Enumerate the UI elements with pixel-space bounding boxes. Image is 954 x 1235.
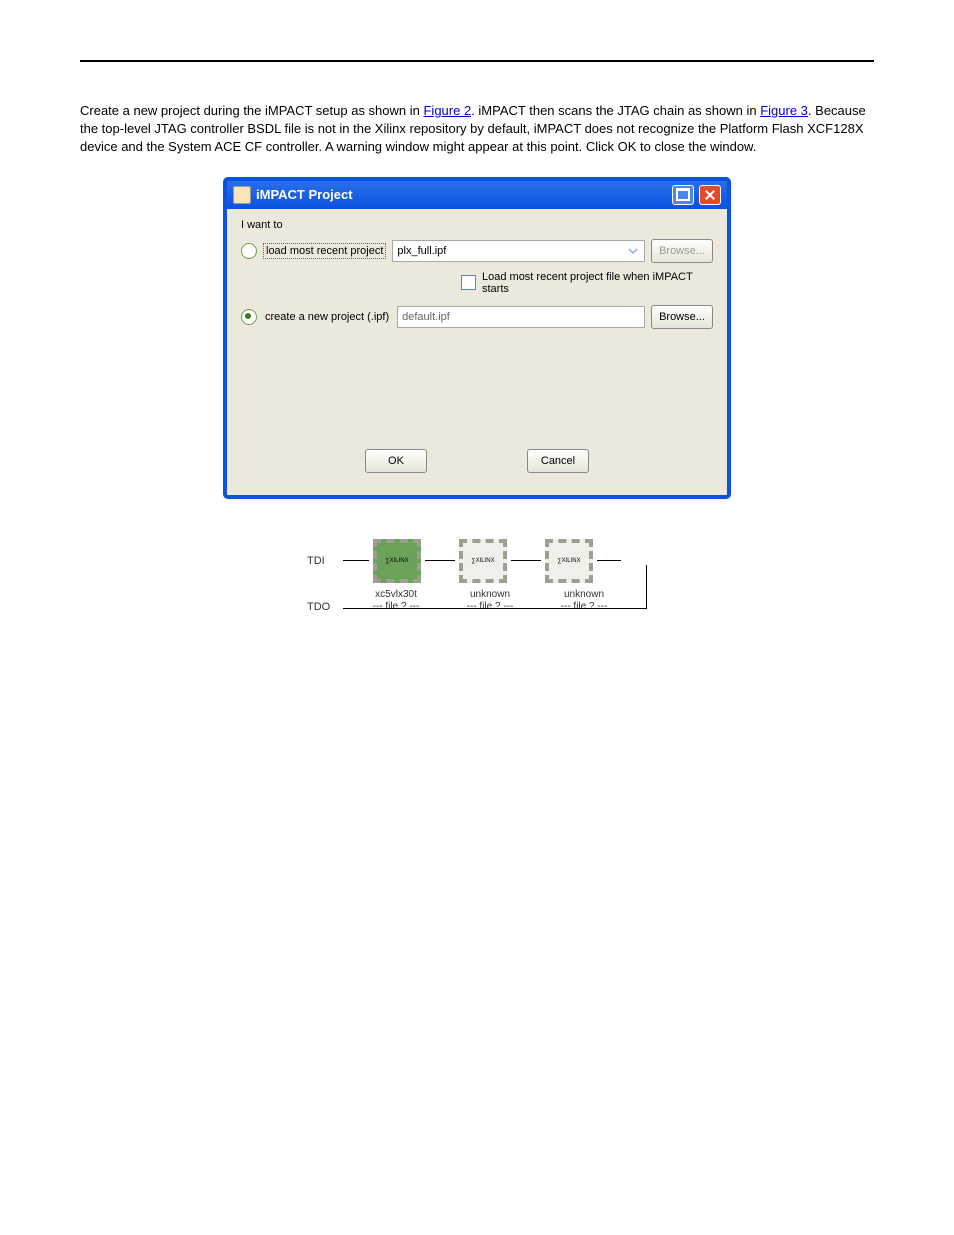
jtag-chain-figure: TDI ∑XILINX ∑XILINX ∑XILINX xc5vlx30t --…: [299, 529, 655, 621]
intro-paragraph: Create a new project during the iMPACT s…: [80, 102, 874, 157]
wire: [425, 560, 455, 561]
label-load-recent: load most recent project: [263, 243, 386, 259]
row-create-new: create a new project (.ipf) default.ipf …: [241, 305, 713, 329]
chevron-down-icon: [626, 244, 640, 258]
radio-create-new[interactable]: [241, 309, 257, 325]
tdi-label: TDI: [307, 555, 343, 567]
impact-project-window: iMPACT Project I want to load most recen…: [223, 177, 731, 499]
wire: [646, 565, 647, 609]
chip-2: ∑XILINX: [545, 539, 593, 583]
chip-0: ∑XILINX: [373, 539, 421, 583]
recent-project-combo[interactable]: plx_full.ipf: [392, 240, 645, 262]
radio-load-recent[interactable]: [241, 243, 257, 259]
chip-1-label: unknown --- file ? ---: [443, 589, 537, 613]
close-button[interactable]: [699, 185, 721, 205]
browse-recent-button[interactable]: Browse...: [651, 239, 713, 263]
row-load-recent: load most recent project plx_full.ipf Br…: [241, 239, 713, 263]
maximize-button[interactable]: [672, 185, 694, 205]
label-load-on-start: Load most recent project file when iMPAC…: [482, 271, 713, 295]
wire: [343, 608, 647, 609]
checkbox-load-on-start[interactable]: [461, 275, 476, 290]
prompt-text: I want to: [241, 219, 713, 231]
window-titlebar[interactable]: iMPACT Project: [227, 181, 727, 209]
ok-button[interactable]: OK: [365, 449, 427, 473]
chip-0-label: xc5vlx30t --- file ? ---: [349, 589, 443, 613]
cancel-button[interactable]: Cancel: [527, 449, 589, 473]
wire: [511, 560, 541, 561]
row-load-on-start: Load most recent project file when iMPAC…: [461, 271, 713, 295]
chip-1: ∑XILINX: [459, 539, 507, 583]
link-figure2[interactable]: Figure 2: [423, 103, 471, 118]
chip-2-label: unknown --- file ? ---: [537, 589, 631, 613]
wire: [597, 560, 621, 561]
browse-new-button[interactable]: Browse...: [651, 305, 713, 329]
wire: [343, 560, 369, 561]
link-figure3[interactable]: Figure 3: [760, 103, 808, 118]
label-create-new: create a new project (.ipf): [263, 310, 391, 324]
app-icon: [233, 186, 251, 204]
window-title: iMPACT Project: [256, 187, 667, 202]
new-project-path-input[interactable]: default.ipf: [397, 306, 645, 328]
header-rule: [80, 60, 874, 62]
tdo-label: TDO: [307, 601, 343, 613]
